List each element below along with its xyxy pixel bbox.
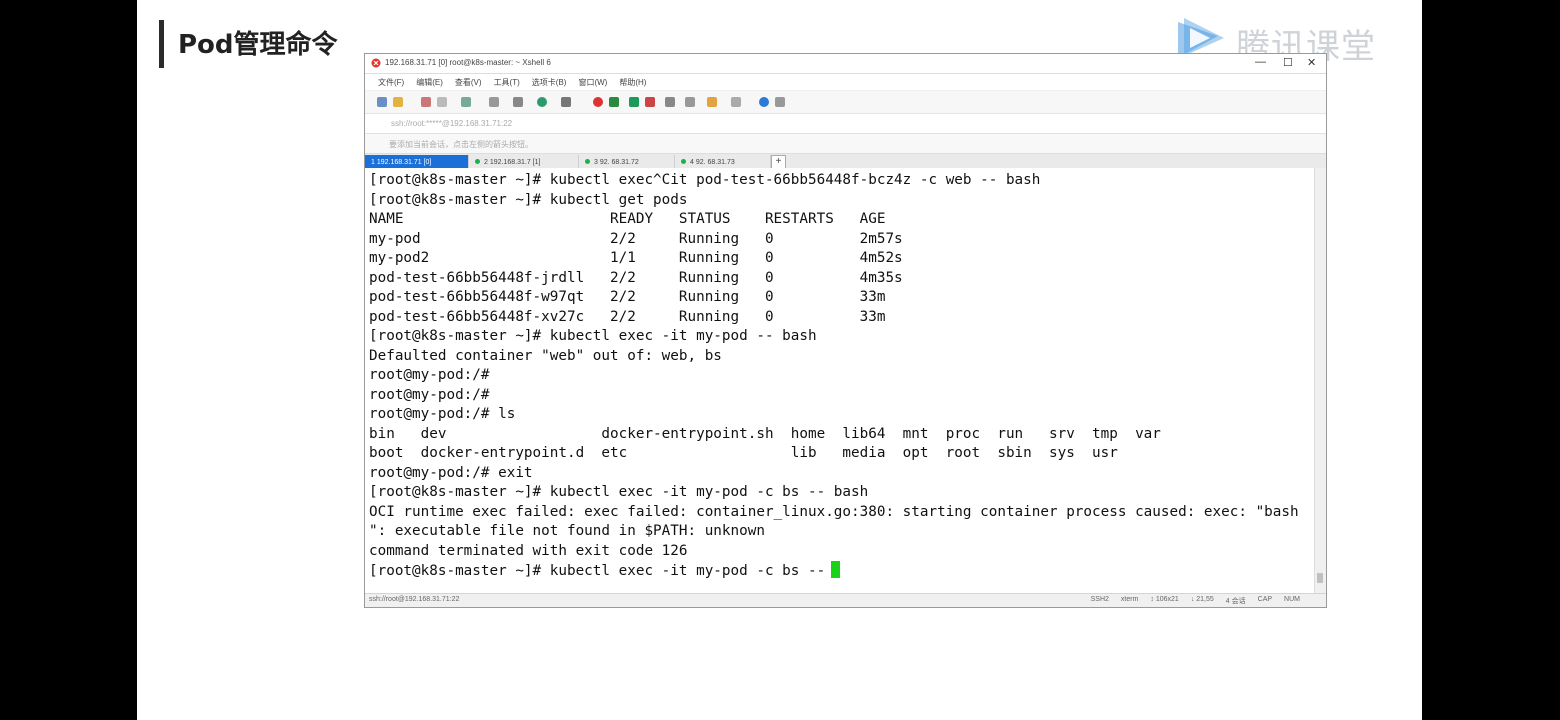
terminal-line: OCI runtime exec failed: exec failed: co… <box>369 503 1299 520</box>
globe-icon[interactable] <box>537 97 547 107</box>
help-icon[interactable] <box>759 97 769 107</box>
close-button[interactable]: ✕ <box>1307 56 1316 69</box>
layout-icon[interactable] <box>513 97 523 107</box>
menu-view[interactable]: 查看(V) <box>455 77 482 88</box>
terminal-output[interactable]: [root@k8s-master ~]# kubectl exec^Cit po… <box>365 168 1316 594</box>
script-icon[interactable] <box>685 97 695 107</box>
terminal-line: root@my-pod:/# <box>369 386 490 403</box>
properties-icon[interactable] <box>461 97 471 107</box>
tab-label: 2 192.168.31.7 [1] <box>484 159 541 166</box>
status-terminal-type: xterm <box>1120 596 1139 603</box>
status-connection: ssh://root@192.168.31.71:22 <box>369 596 460 603</box>
slide-title: Pod管理命令 <box>178 30 338 60</box>
terminal-prompt-line[interactable]: [root@k8s-master ~]# kubectl exec -it my… <box>369 561 841 582</box>
toolbar <box>365 90 1326 114</box>
xftp-icon[interactable] <box>609 97 619 107</box>
status-protocol: SSH2 <box>1090 596 1109 603</box>
session-hint-text: 要添加当前会话，点击左侧的箭头按钮。 <box>389 140 533 149</box>
terminal-scrollbar[interactable] <box>1314 168 1326 594</box>
status-size: ↕ 106x21 <box>1150 596 1179 603</box>
status-num: NUM <box>1284 596 1300 603</box>
record-icon[interactable] <box>593 97 603 107</box>
open-folder-icon[interactable] <box>393 97 403 107</box>
terminal-line: root@my-pod:/# exit <box>369 464 533 481</box>
script-run-icon[interactable] <box>707 97 717 107</box>
window-title-bar: 192.168.31.71 [0] root@k8s-master: ~ Xsh… <box>365 54 1326 74</box>
status-cursor-pos: ↓ 21,55 <box>1190 596 1214 603</box>
menu-bar: 文件(F) 编辑(E) 查看(V) 工具(T) 选项卡(B) 窗口(W) 帮助(… <box>365 74 1326 90</box>
terminal-line: [root@k8s-master ~]# kubectl get pods <box>369 191 688 208</box>
xshell-window: 192.168.31.71 [0] root@k8s-master: ~ Xsh… <box>364 53 1327 608</box>
address-bar[interactable]: ssh://root:*****@192.168.31.71:22 <box>365 114 1326 134</box>
window-title: 192.168.31.71 [0] root@k8s-master: ~ Xsh… <box>385 58 551 67</box>
terminal-line: my-pod2 1/1 Running 0 4m52s <box>369 250 903 266</box>
menu-edit[interactable]: 编辑(E) <box>416 77 443 88</box>
terminal-line: my-pod 2/2 Running 0 2m57s <box>369 230 903 247</box>
connected-dot-icon <box>475 159 480 164</box>
font-icon[interactable] <box>561 97 571 107</box>
terminal-line: [root@k8s-master ~]# kubectl exec^Cit po… <box>369 172 1041 188</box>
terminal-line: pod-test-66bb56448f-xv27c 2/2 Running 0 … <box>369 308 886 325</box>
prompt-text: [root@k8s-master ~]# kubectl exec -it my… <box>369 563 826 579</box>
lock-icon[interactable] <box>645 97 655 107</box>
terminal-line: root@my-pod:/# <box>369 367 490 383</box>
terminal-line: NAME READY STATUS RESTARTS AGE <box>369 211 886 227</box>
connected-dot-icon <box>681 159 686 164</box>
connected-dot-icon <box>585 159 590 164</box>
terminal-line: pod-test-66bb56448f-w97qt 2/2 Running 0 … <box>369 289 886 305</box>
terminal-line: Defaulted container "web" out of: web, b… <box>369 347 722 364</box>
status-caps: CAP <box>1257 596 1273 603</box>
terminal-line: bin dev docker-entrypoint.sh home lib64 … <box>369 425 1161 442</box>
maximize-button[interactable]: ☐ <box>1283 56 1293 69</box>
menu-tools[interactable]: 工具(T) <box>494 77 520 88</box>
terminal-line: [root@k8s-master ~]# kubectl exec -it my… <box>369 328 817 344</box>
terminal-line: root@my-pod:/# ls <box>369 406 516 422</box>
menu-help[interactable]: 帮助(H) <box>619 77 646 88</box>
title-accent-bar <box>159 20 164 68</box>
transfer-icon[interactable] <box>629 97 639 107</box>
menu-tabs[interactable]: 选项卡(B) <box>532 77 567 88</box>
scrollbar-thumb[interactable] <box>1317 573 1323 583</box>
chat-icon[interactable] <box>775 97 785 107</box>
terminal-cursor <box>831 561 841 578</box>
address-text: ssh://root:*****@192.168.31.71:22 <box>391 119 513 128</box>
tab-label: 1 192.168.31.71 [0] <box>371 159 432 166</box>
terminal-line: boot docker-entrypoint.d etc lib media o… <box>369 445 1118 461</box>
new-session-icon[interactable] <box>377 97 387 107</box>
connect-icon[interactable] <box>421 97 431 107</box>
terminal-line: command terminated with exit code 126 <box>369 542 688 559</box>
status-sessions: 4 会话 <box>1225 598 1246 605</box>
search-icon[interactable] <box>489 97 499 107</box>
session-hint-bar: 要添加当前会话，点击左侧的箭头按钮。 <box>365 134 1326 154</box>
xshell-app-icon <box>371 58 381 68</box>
terminal-line: ": executable file not found in $PATH: u… <box>369 523 765 539</box>
tab-label: 3 92. 68.31.72 <box>594 159 639 166</box>
fullscreen-icon[interactable] <box>731 97 741 107</box>
terminal-line: pod-test-66bb56448f-jrdll 2/2 Running 0 … <box>369 269 903 286</box>
menu-file[interactable]: 文件(F) <box>378 77 404 88</box>
disconnect-icon[interactable] <box>437 97 447 107</box>
menu-window[interactable]: 窗口(W) <box>578 77 607 88</box>
tab-label: 4 92. 68.31.73 <box>690 159 735 166</box>
terminal-line: [root@k8s-master ~]# kubectl exec -it my… <box>369 484 869 500</box>
status-bar: ssh://root@192.168.31.71:22 SSH2 xterm ↕… <box>365 593 1326 607</box>
minimize-button[interactable]: — <box>1255 56 1266 68</box>
keyboard-icon[interactable] <box>665 97 675 107</box>
